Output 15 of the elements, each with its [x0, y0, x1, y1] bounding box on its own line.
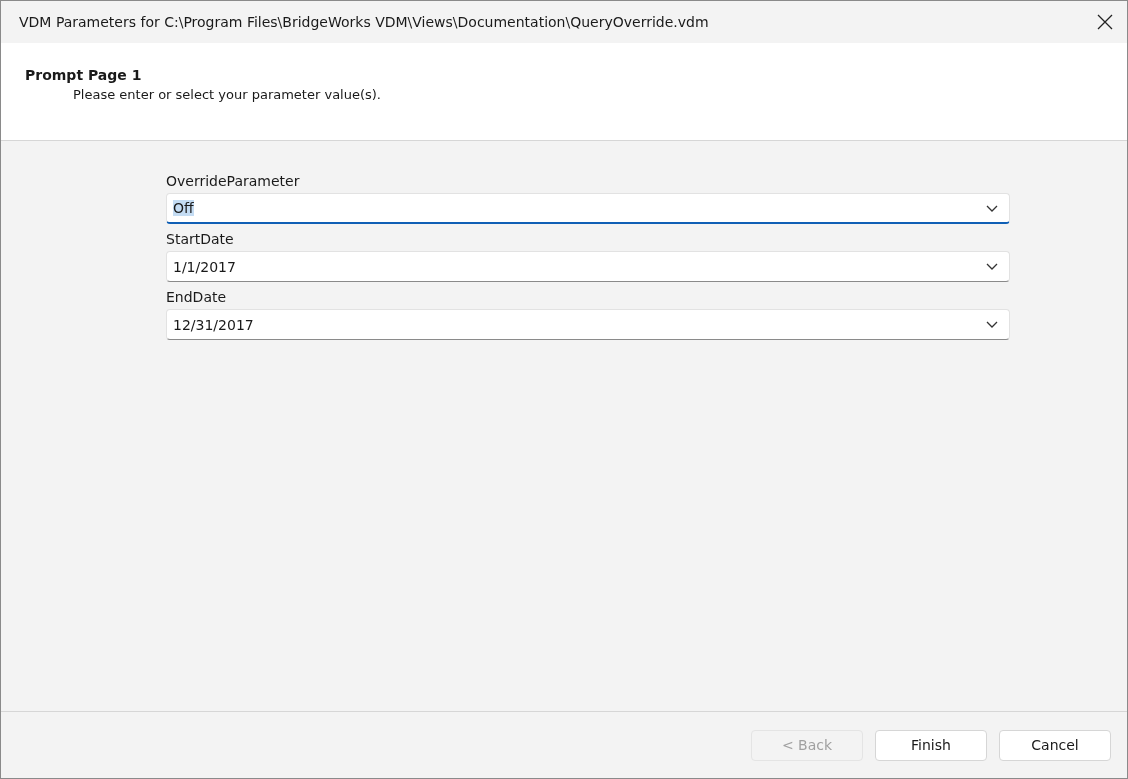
field-label: OverrideParameter [166, 173, 301, 189]
chevron-down-icon [986, 263, 998, 270]
dialog-button[interactable]: Finish [875, 729, 987, 761]
dropdown-field[interactable]: 12/31/2017 [166, 309, 1010, 340]
window-title: VDM Parameters for C:\Program Files\BridgeWorks VDM\Views\Documentation\QueryOverride.vdm [19, 14, 709, 30]
chevron-down-icon [986, 321, 998, 328]
close-icon[interactable] [1097, 14, 1113, 30]
page-title: Prompt Page 1 [25, 67, 143, 83]
page-subtitle: Please enter or select your parameter value(s). [72, 87, 382, 102]
field-label: EndDate [166, 289, 228, 305]
dropdown-field[interactable]: Off [166, 193, 1010, 224]
dialog-button[interactable]: Cancel [999, 729, 1111, 761]
chevron-down-icon [986, 204, 998, 212]
field-label: StartDate [166, 231, 235, 247]
dropdown-field[interactable]: 1/1/2017 [166, 251, 1010, 282]
